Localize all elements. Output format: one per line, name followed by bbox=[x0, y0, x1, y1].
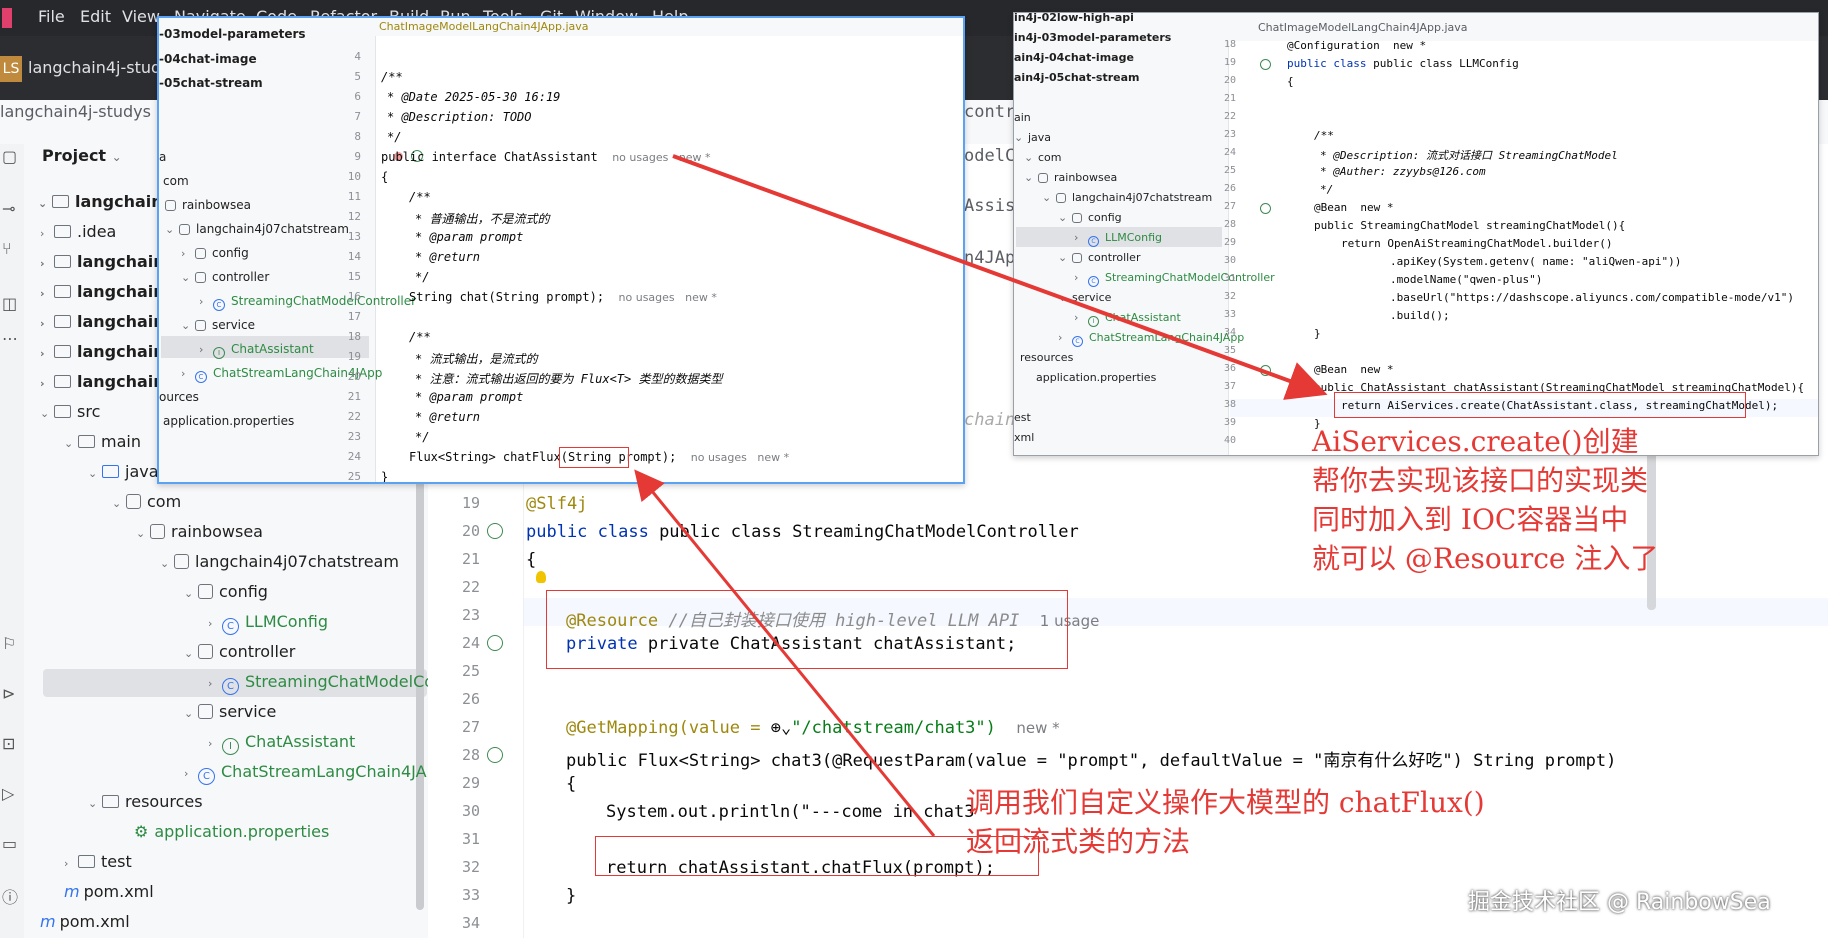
note-line: 调用我们自定义操作大模型的 chatFlux() bbox=[966, 786, 1485, 819]
note-line: 同时加入到 IOC容器当中 bbox=[1312, 503, 1629, 536]
arrow-to-aiservices bbox=[672, 154, 1328, 400]
note-line: AiServices.create()创建 bbox=[1312, 425, 1639, 458]
arrow-to-chatflux bbox=[634, 469, 936, 837]
note-line: 就可以 @Resource 注入了 bbox=[1312, 542, 1659, 575]
watermark: 掘金技术社区 @ RainbowSea bbox=[1468, 890, 1771, 915]
annotation-note-aiservices: AiServices.create()创建 帮你去实现该接口的实现类 同时加入到… bbox=[1312, 422, 1658, 578]
annotation-note-chatflux: 调用我们自定义操作大模型的 chatFlux() 返回流式类的方法 bbox=[966, 783, 1485, 861]
note-line: 帮你去实现该接口的实现类 bbox=[1312, 464, 1649, 497]
note-line: 返回流式类的方法 bbox=[966, 825, 1191, 858]
